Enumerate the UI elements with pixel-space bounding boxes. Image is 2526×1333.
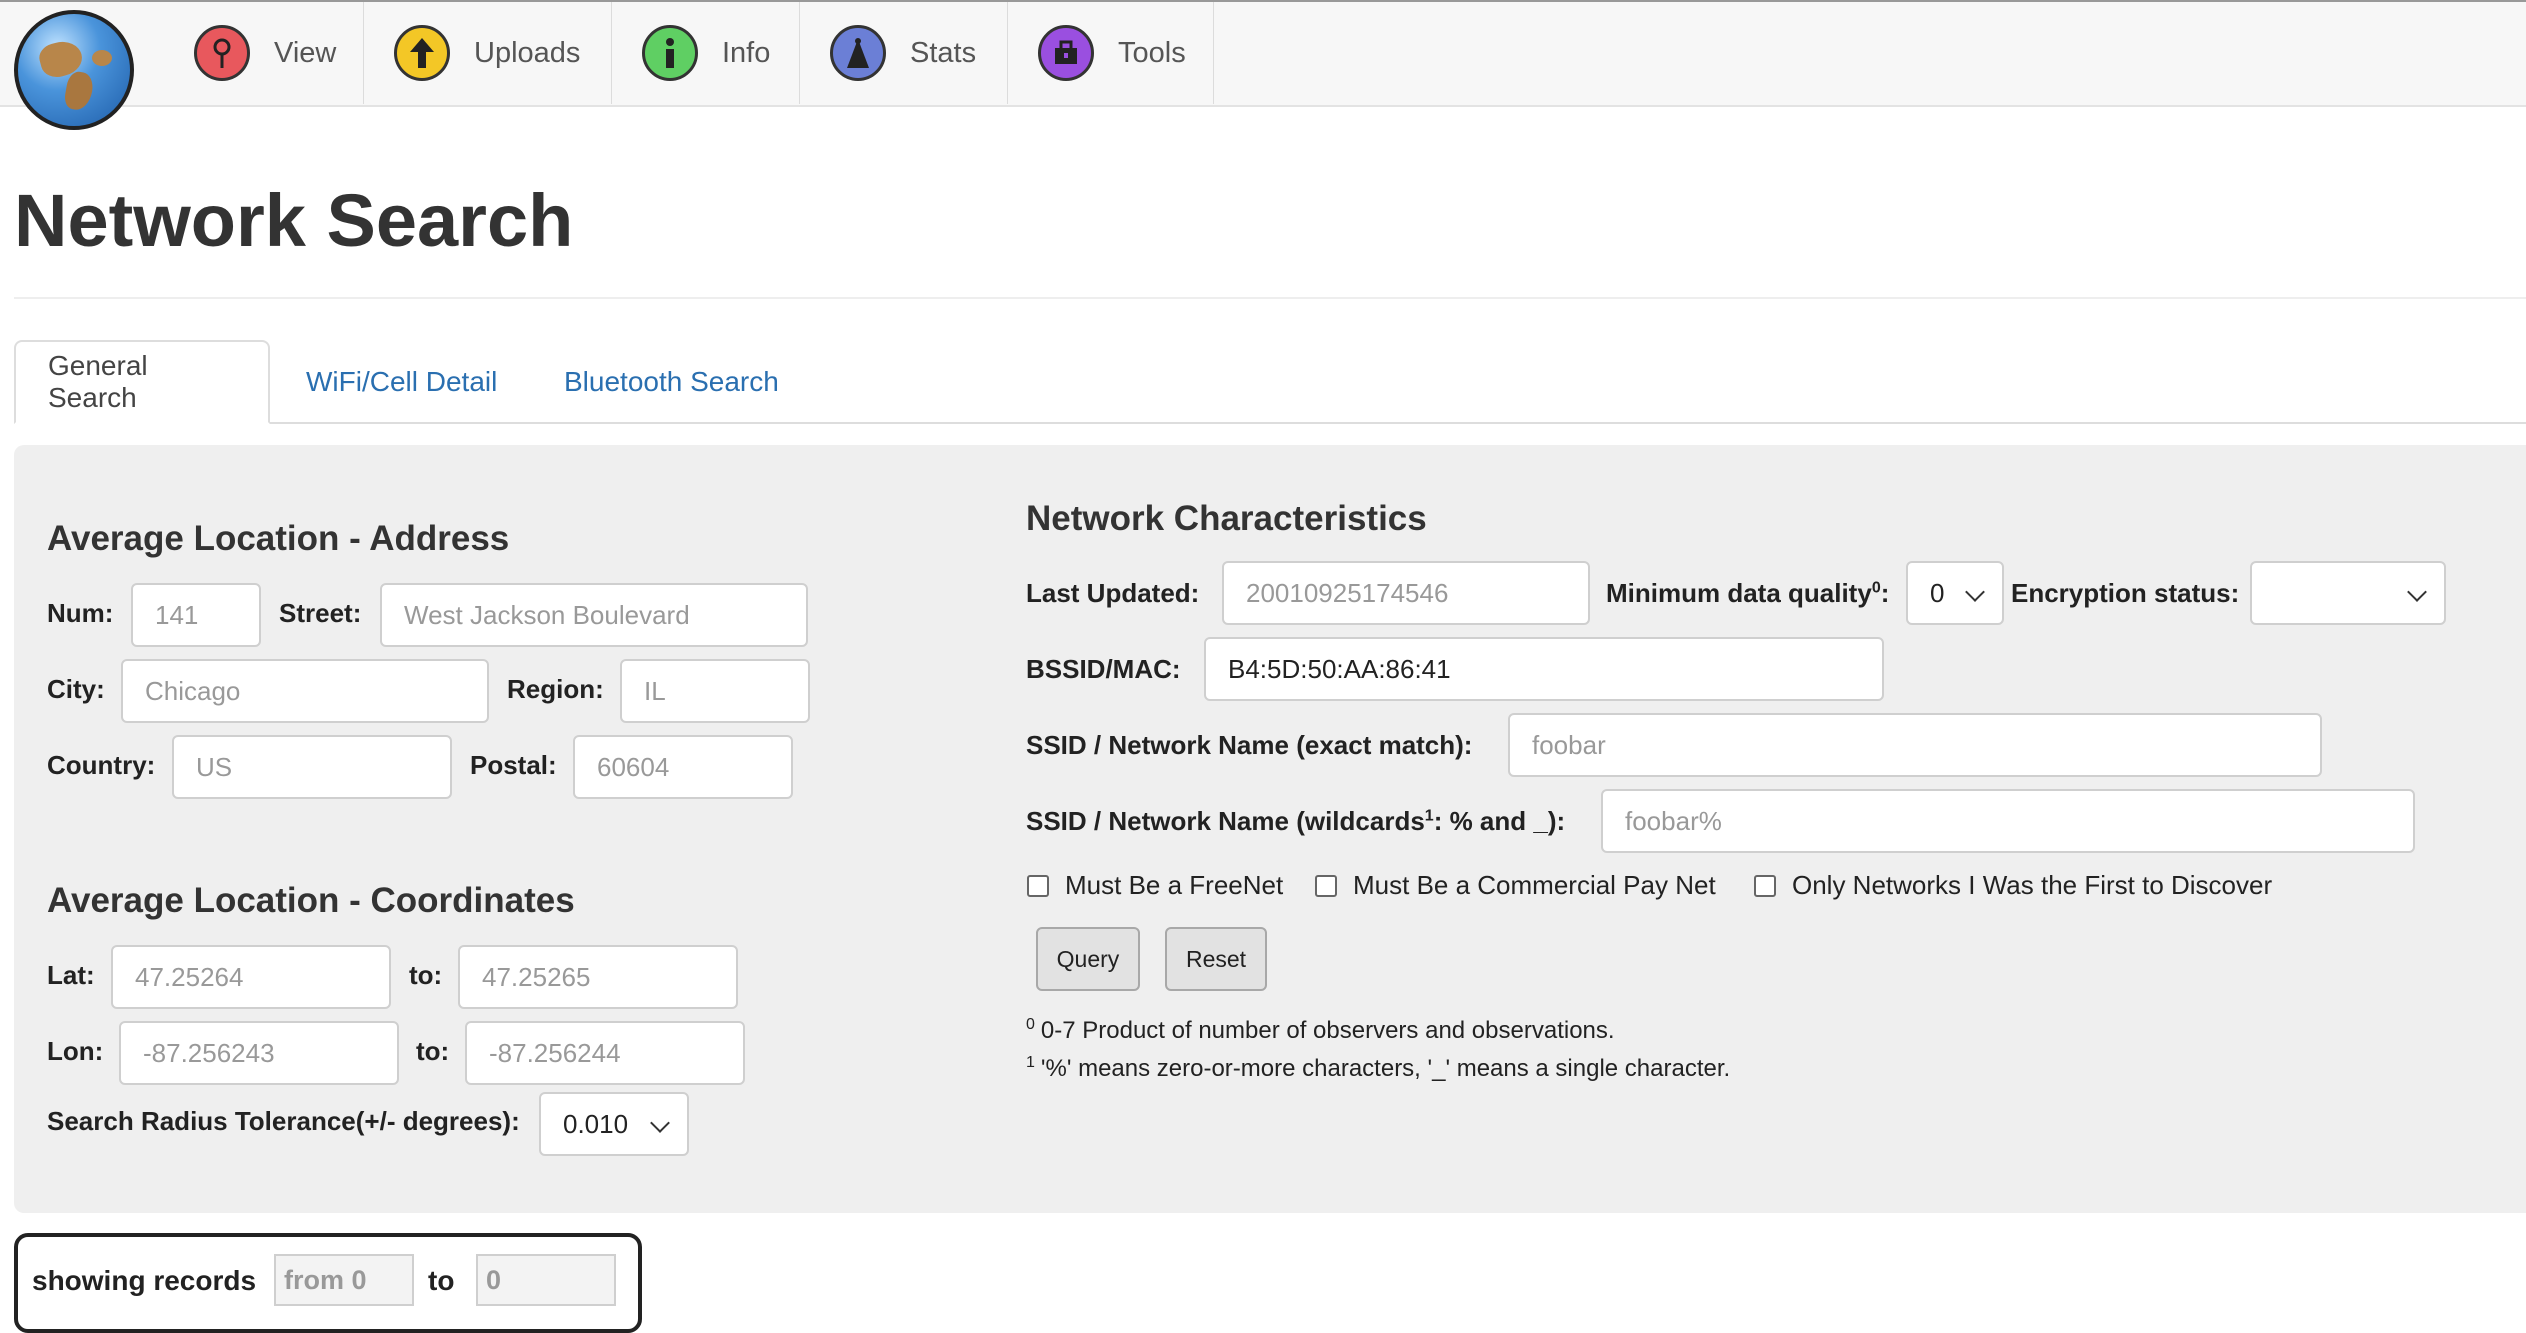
nav-item-view[interactable]: View xyxy=(164,2,364,104)
address-section-title: Average Location - Address xyxy=(47,519,510,558)
postal-input[interactable] xyxy=(573,735,793,799)
region-label: Region: xyxy=(507,674,604,704)
country-input[interactable] xyxy=(172,735,452,799)
ssid-exact-input[interactable] xyxy=(1508,713,2322,777)
country-label: Country: xyxy=(47,750,156,780)
lon-label: Lon: xyxy=(47,1036,104,1066)
tab-wifi-cell-detail[interactable]: WiFi/Cell Detail xyxy=(274,340,529,424)
globe-logo-icon[interactable] xyxy=(14,10,134,130)
city-label: City: xyxy=(47,674,105,704)
nav-item-info[interactable]: Info xyxy=(612,2,800,104)
showing-records-label: showing records xyxy=(32,1265,257,1296)
street-label: Street: xyxy=(279,598,362,628)
chevron-down-icon xyxy=(1965,582,1985,602)
search-radius-label: Search Radius Tolerance(+/- degrees): xyxy=(47,1106,520,1136)
footnote-1: 1 '%' means zero-or-more characters, '_' … xyxy=(1026,1054,1731,1082)
title-divider xyxy=(14,297,2526,299)
nav-item-uploads[interactable]: Uploads xyxy=(364,2,612,104)
records-to-input[interactable]: 0 xyxy=(476,1254,616,1306)
toolbox-icon xyxy=(1038,25,1094,81)
region-input[interactable] xyxy=(620,659,810,723)
commercial-pay-net-label: Must Be a Commercial Pay Net xyxy=(1353,870,1716,900)
ssid-wildcard-label: SSID / Network Name (wildcards1: % and _… xyxy=(1026,806,1566,836)
first-discover-checkbox[interactable]: Only Networks I Was the First to Discove… xyxy=(1754,870,2272,901)
signal-pin-icon xyxy=(194,25,250,81)
records-from-input[interactable]: from 0 xyxy=(274,1254,414,1306)
first-discover-label: Only Networks I Was the First to Discove… xyxy=(1792,870,2273,900)
encryption-status-label: Encryption status: xyxy=(2011,578,2240,608)
lat-label: Lat: xyxy=(47,960,95,990)
lat-to-input[interactable] xyxy=(458,945,738,1009)
nav-label-uploads: Uploads xyxy=(474,36,581,69)
nav-label-view: View xyxy=(274,36,337,69)
checkbox-box[interactable] xyxy=(1027,874,1049,897)
num-input[interactable] xyxy=(131,583,261,647)
top-navbar: View Uploads Info Stats Tools xyxy=(0,0,2526,107)
search-radius-select[interactable]: 0.010 xyxy=(539,1092,689,1156)
street-input[interactable] xyxy=(380,583,808,647)
chevron-down-icon xyxy=(650,1113,670,1133)
checkbox-box[interactable] xyxy=(1315,874,1337,897)
lon-from-input[interactable] xyxy=(119,1021,399,1085)
lat-to-label: to: xyxy=(409,960,443,990)
nav-label-tools: Tools xyxy=(1118,36,1186,69)
lat-from-input[interactable] xyxy=(111,945,391,1009)
coordinates-section-title: Average Location - Coordinates xyxy=(47,881,575,920)
nav-item-stats[interactable]: Stats xyxy=(800,2,1008,104)
query-button[interactable]: Query xyxy=(1036,927,1140,991)
nav-item-tools[interactable]: Tools xyxy=(1008,2,1214,104)
page-title: Network Search xyxy=(14,179,574,262)
encryption-status-select[interactable] xyxy=(2250,561,2446,625)
lon-to-label: to: xyxy=(416,1036,450,1066)
ssid-exact-label: SSID / Network Name (exact match): xyxy=(1026,730,1473,760)
tab-general-search[interactable]: General Search xyxy=(14,340,270,424)
min-quality-value: 0 xyxy=(1930,577,1945,608)
freenet-checkbox[interactable]: Must Be a FreeNet xyxy=(1027,870,1283,901)
ssid-wildcard-input[interactable] xyxy=(1601,789,2415,853)
last-updated-label: Last Updated: xyxy=(1026,578,1200,608)
checkbox-box[interactable] xyxy=(1754,874,1776,897)
network-section-title: Network Characteristics xyxy=(1026,499,1427,538)
chevron-down-icon xyxy=(2407,582,2427,602)
antenna-tower-icon xyxy=(830,25,886,81)
tab-bluetooth-search[interactable]: Bluetooth Search xyxy=(532,340,811,424)
city-input[interactable] xyxy=(121,659,489,723)
min-quality-select[interactable]: 0 xyxy=(1906,561,2004,625)
reset-button[interactable]: Reset xyxy=(1165,927,1267,991)
footnote-0: 0 0-7 Product of number of observers and … xyxy=(1026,1016,1615,1044)
records-pager: showing records from 0 to 0 xyxy=(14,1233,642,1333)
bssid-input[interactable] xyxy=(1204,637,1884,701)
freenet-label: Must Be a FreeNet xyxy=(1065,870,1284,900)
num-label: Num: xyxy=(47,598,114,628)
nav-label-info: Info xyxy=(722,36,771,69)
records-to-label: to xyxy=(428,1265,455,1296)
last-updated-input[interactable] xyxy=(1222,561,1590,625)
search-radius-value: 0.010 xyxy=(563,1108,629,1139)
commercial-pay-net-checkbox[interactable]: Must Be a Commercial Pay Net xyxy=(1315,870,1716,901)
postal-label: Postal: xyxy=(470,750,557,780)
lon-to-input[interactable] xyxy=(465,1021,745,1085)
min-quality-label: Minimum data quality0: xyxy=(1606,578,1890,608)
info-icon xyxy=(642,25,698,81)
upload-arrow-icon xyxy=(394,25,450,81)
bssid-label: BSSID/MAC: xyxy=(1026,654,1181,684)
nav-label-stats: Stats xyxy=(910,36,977,69)
